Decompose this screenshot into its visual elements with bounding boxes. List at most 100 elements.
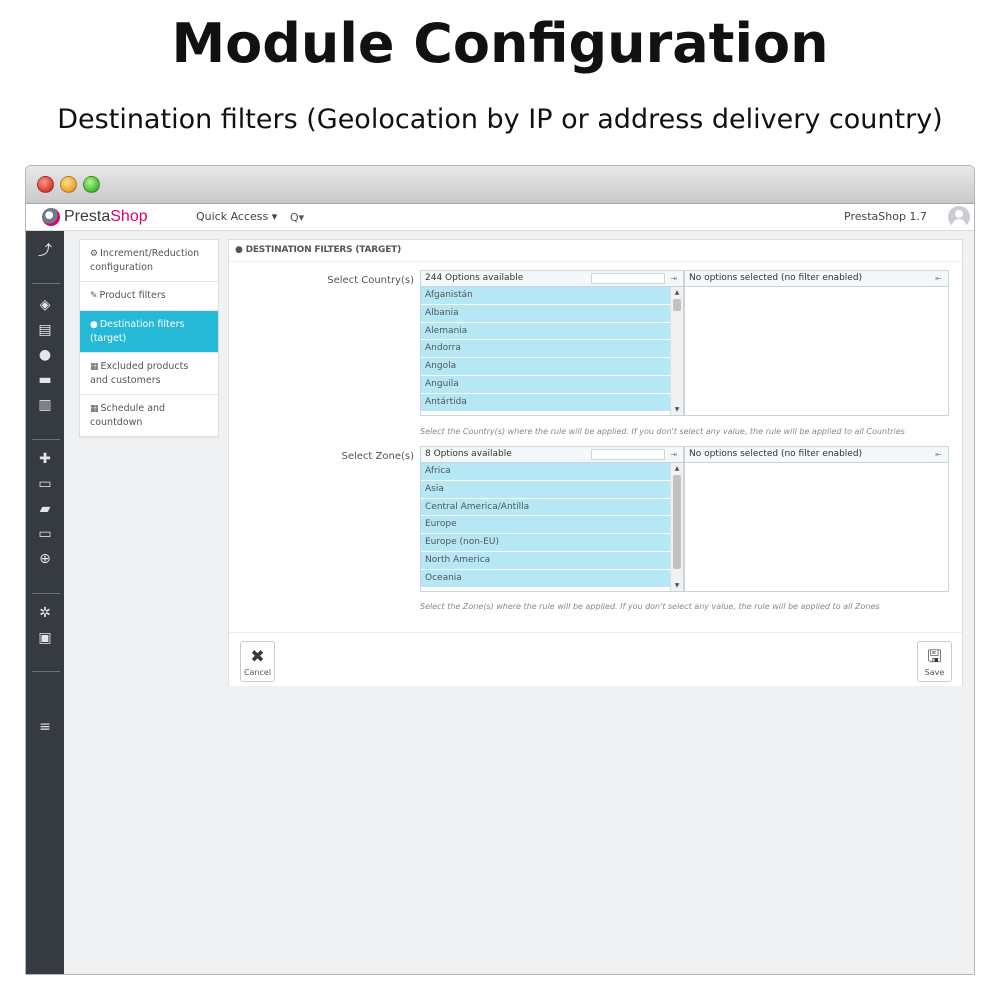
international-icon[interactable]: ⊕ bbox=[26, 551, 64, 567]
list-item[interactable]: Angola bbox=[421, 358, 671, 376]
submenu-item-label: Schedule and countdown bbox=[90, 403, 166, 428]
zone-selected-header: No options selected (no filter enabled) … bbox=[684, 446, 949, 463]
stats-icon[interactable]: ▥ bbox=[26, 397, 64, 413]
country-available-list[interactable]: Afganistán Albania Alemania Andorra Ango… bbox=[420, 286, 684, 416]
list-item[interactable]: Africa bbox=[421, 463, 671, 481]
close-window-button[interactable] bbox=[37, 176, 54, 193]
list-item[interactable]: Anguila bbox=[421, 375, 671, 394]
list-item[interactable]: North America bbox=[421, 551, 671, 570]
brand-name: PrestaShop bbox=[64, 208, 148, 226]
list-item[interactable]: Alemania bbox=[421, 322, 671, 341]
shipping-icon[interactable]: ▰ bbox=[26, 501, 64, 517]
page-heading: Module Configuration bbox=[171, 12, 829, 75]
cancel-label: Cancel bbox=[243, 668, 272, 677]
submenu-item-excluded[interactable]: ▦ Excluded products and customers bbox=[80, 353, 218, 395]
list-item[interactable]: Antártida bbox=[421, 393, 671, 412]
scroll-up-icon[interactable]: ▲ bbox=[671, 465, 683, 472]
cancel-button[interactable]: ✖ Cancel bbox=[240, 641, 275, 682]
globe-icon: ● bbox=[235, 245, 246, 255]
move-all-left-icon[interactable]: ⇤ bbox=[935, 447, 942, 462]
submenu-item-destination-filters[interactable]: ● Destination filters (target) bbox=[80, 311, 218, 353]
list-item[interactable]: Europe (non-EU) bbox=[421, 534, 671, 552]
quick-access-menu[interactable]: Quick Access ▾ bbox=[196, 210, 277, 223]
panel-footer: ✖ Cancel 🖫 Save bbox=[229, 632, 962, 686]
country-list-scrollbar[interactable]: ▲ ▼ bbox=[670, 287, 683, 415]
submenu-item-label: Excluded products and customers bbox=[90, 361, 189, 386]
zone-selected-list[interactable] bbox=[684, 462, 949, 592]
zone-selected-status: No options selected (no filter enabled) bbox=[689, 449, 863, 459]
zone-available-list[interactable]: Africa Asia Central America/Antilla Euro… bbox=[420, 462, 684, 592]
zone-list-scrollbar[interactable]: ▲ ▼ bbox=[670, 463, 683, 591]
list-item[interactable]: Central America/Antilla bbox=[421, 498, 671, 517]
nav-divider bbox=[32, 593, 60, 594]
prestashop-logo-icon bbox=[42, 208, 60, 226]
customers-icon[interactable]: ● bbox=[26, 347, 64, 363]
scroll-down-icon[interactable]: ▼ bbox=[671, 582, 683, 589]
maximize-window-button[interactable] bbox=[83, 176, 100, 193]
design-icon[interactable]: ▭ bbox=[26, 476, 64, 492]
country-search-input[interactable] bbox=[591, 273, 665, 284]
scroll-down-icon[interactable]: ▼ bbox=[671, 406, 683, 413]
panel-heading: ● DESTINATION FILTERS (TARGET) bbox=[229, 240, 962, 262]
country-selected-list[interactable] bbox=[684, 286, 949, 416]
user-avatar[interactable] bbox=[948, 206, 970, 228]
zone-search-input[interactable] bbox=[591, 449, 665, 460]
country-available-count: 244 Options available bbox=[425, 273, 524, 283]
search-icon[interactable]: Q▾ bbox=[288, 208, 468, 227]
zone-available-count: 8 Options available bbox=[425, 449, 512, 459]
list-item[interactable]: Europe bbox=[421, 516, 671, 535]
orders-icon[interactable]: ◈ bbox=[26, 297, 64, 313]
country-available-header: 244 Options available ⇥ bbox=[420, 270, 684, 287]
window-titlebar bbox=[26, 166, 974, 204]
collapse-menu-icon[interactable]: ≡ bbox=[26, 719, 64, 735]
floppy-disk-icon: 🖫 bbox=[927, 647, 942, 667]
list-item[interactable]: Afganistán bbox=[421, 287, 671, 305]
list-item[interactable]: Asia bbox=[421, 480, 671, 499]
scrollbar-thumb[interactable] bbox=[673, 475, 681, 569]
browser-window: PrestaShop Quick Access ▾ Q▾ PrestaShop … bbox=[25, 165, 975, 975]
version-label: PrestaShop 1.7 bbox=[844, 210, 927, 223]
calendar-icon: ▦ bbox=[90, 362, 99, 372]
country-dual-listbox: 244 Options available ⇥ No options selec… bbox=[420, 270, 949, 418]
submenu-item-label: Destination filters (target) bbox=[90, 319, 185, 344]
submenu-item-schedule[interactable]: ▦ Schedule and countdown bbox=[80, 395, 218, 437]
submenu-item-increment[interactable]: ⚙ Increment/Reduction configuration bbox=[80, 240, 218, 282]
move-all-left-icon[interactable]: ⇤ bbox=[935, 271, 942, 286]
save-label: Save bbox=[924, 668, 945, 677]
zone-field-label: Select Zone(s) bbox=[341, 451, 415, 462]
catalog-icon[interactable]: ▤ bbox=[26, 322, 64, 338]
list-item[interactable]: Andorra bbox=[421, 340, 671, 359]
prestashop-logo[interactable]: PrestaShop bbox=[42, 208, 148, 226]
move-all-right-icon[interactable]: ⇥ bbox=[670, 271, 677, 286]
globe-icon: ● bbox=[90, 320, 98, 330]
nav-divider bbox=[32, 283, 60, 284]
save-button[interactable]: 🖫 Save bbox=[917, 641, 952, 682]
list-item[interactable]: Albania bbox=[421, 304, 671, 323]
move-all-right-icon[interactable]: ⇥ bbox=[670, 447, 677, 462]
main-content: ⚙ Increment/Reduction configuration ✎ Prod… bbox=[64, 231, 974, 974]
list-item[interactable]: Oceania bbox=[421, 569, 671, 588]
country-selected-status: No options selected (no filter enabled) bbox=[689, 273, 863, 283]
destination-filters-panel: ● DESTINATION FILTERS (TARGET) Select Co… bbox=[228, 239, 963, 686]
scroll-up-icon[interactable]: ▲ bbox=[671, 289, 683, 296]
messages-icon[interactable]: ▬ bbox=[26, 372, 64, 388]
gears-icon: ⚙ bbox=[90, 249, 99, 259]
scrollbar-thumb[interactable] bbox=[673, 299, 681, 311]
brand-prefix: Presta bbox=[64, 208, 111, 225]
payment-icon[interactable]: ▭ bbox=[26, 526, 64, 542]
close-icon: ✖ bbox=[250, 647, 265, 667]
admin-topbar: PrestaShop Quick Access ▾ Q▾ PrestaShop … bbox=[26, 204, 974, 231]
settings-icon[interactable]: ✲ bbox=[26, 605, 64, 621]
panel-heading-text: DESTINATION FILTERS (TARGET) bbox=[245, 245, 402, 255]
nav-divider bbox=[32, 671, 60, 672]
calendar-icon: ▦ bbox=[90, 404, 99, 414]
country-help-text: Select the Country(s) where the rule wil… bbox=[420, 427, 905, 436]
zone-dual-listbox: 8 Options available ⇥ No options selecte… bbox=[420, 446, 949, 594]
modules-icon[interactable]: ✚ bbox=[26, 451, 64, 467]
submenu-item-product-filters[interactable]: ✎ Product filters bbox=[80, 282, 218, 311]
edit-icon: ✎ bbox=[90, 291, 98, 301]
advanced-params-icon[interactable]: ▣ bbox=[26, 630, 64, 646]
minimize-window-button[interactable] bbox=[60, 176, 77, 193]
dashboard-icon[interactable]: ⤴ bbox=[26, 243, 64, 259]
page-subheading: Destination filters (Geolocation by IP o… bbox=[57, 104, 943, 135]
